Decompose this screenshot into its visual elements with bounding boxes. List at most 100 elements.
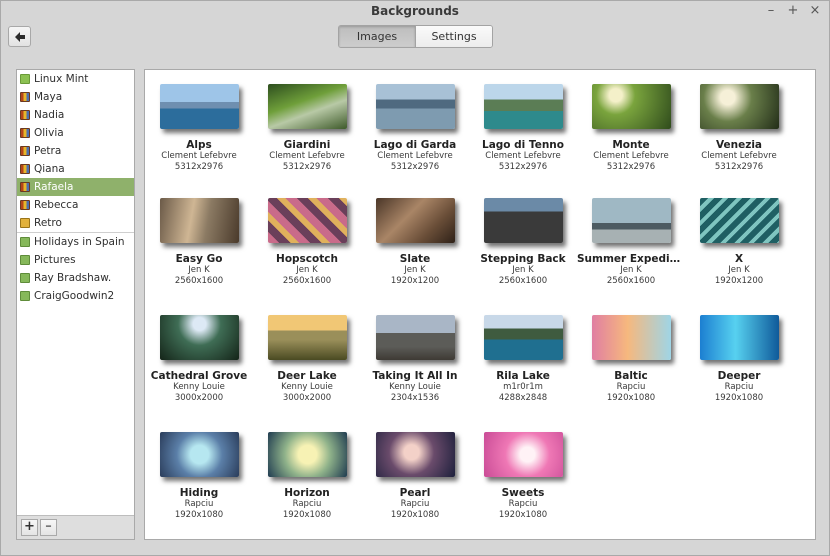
wallpaper-item-horizon[interactable]: Horizon Rapciu 1920x1080 bbox=[253, 432, 361, 521]
wallpaper-item-hopscotch[interactable]: Hopscotch Jen K 2560x1600 bbox=[253, 198, 361, 287]
window-title: Backgrounds bbox=[371, 4, 459, 18]
wallpaper-item-monte[interactable]: Monte Clement Lefebvre 5312x2976 bbox=[577, 84, 685, 173]
wallpaper-name: Hopscotch bbox=[276, 253, 338, 265]
wallpaper-thumbnail[interactable] bbox=[375, 315, 455, 360]
maximize-button[interactable]: + bbox=[787, 3, 799, 19]
sidebar-item-label: Nadia bbox=[34, 109, 65, 121]
wallpaper-name: Summer Expediti… bbox=[577, 253, 685, 265]
sidebar-item-label: Retro bbox=[34, 217, 62, 229]
wallpaper-thumbnail[interactable] bbox=[375, 432, 455, 477]
wallpaper-name: Rila Lake bbox=[496, 370, 550, 382]
wallpaper-author: Rapciu bbox=[292, 499, 322, 509]
wallpaper-thumbnail[interactable] bbox=[483, 432, 563, 477]
wallpaper-item-venezia[interactable]: Venezia Clement Lefebvre 5312x2976 bbox=[685, 84, 793, 173]
wallpaper-thumbnail[interactable] bbox=[591, 315, 671, 360]
wallpaper-thumbnail[interactable] bbox=[267, 315, 347, 360]
wallpaper-thumbnail[interactable] bbox=[159, 84, 239, 129]
wallpaper-thumbnail[interactable] bbox=[699, 315, 779, 360]
wallpaper-resolution: 2304x1536 bbox=[390, 393, 440, 403]
sidebar-item-maya[interactable]: Maya bbox=[17, 88, 134, 106]
wallpaper-thumbnail[interactable] bbox=[375, 84, 455, 129]
sidebar-item-craiggoodwin2[interactable]: CraigGoodwin2 bbox=[17, 287, 134, 305]
wallpaper-item-giardini[interactable]: Giardini Clement Lefebvre 5312x2976 bbox=[253, 84, 361, 173]
sidebar-item-petra[interactable]: Petra bbox=[17, 142, 134, 160]
sidebar-item-retro[interactable]: Retro bbox=[17, 214, 134, 232]
sidebar-item-linux-mint[interactable]: Linux Mint bbox=[17, 70, 134, 88]
wallpaper-item-easy-go[interactable]: Easy Go Jen K 2560x1600 bbox=[145, 198, 253, 287]
wallpaper-item-cathedral-grove[interactable]: Cathedral Grove Kenny Louie 3000x2000 bbox=[145, 315, 253, 404]
wallpaper-resolution: 1920x1080 bbox=[606, 393, 656, 403]
wallpaper-author: Clement Lefebvre bbox=[377, 151, 453, 161]
mint-icon bbox=[20, 74, 30, 84]
wallpaper-resolution: 1920x1080 bbox=[498, 510, 548, 520]
sidebar-item-label: Qiana bbox=[34, 163, 65, 175]
wallpaper-item-hiding[interactable]: Hiding Rapciu 1920x1080 bbox=[145, 432, 253, 521]
wallpaper-resolution: 1920x1080 bbox=[390, 510, 440, 520]
sidebar-item-ray-bradshaw[interactable]: Ray Bradshaw. bbox=[17, 269, 134, 287]
title-bar[interactable]: Backgrounds – + × bbox=[1, 1, 829, 23]
wallpaper-item-lago-di-tenno[interactable]: Lago di Tenno Clement Lefebvre 5312x2976 bbox=[469, 84, 577, 173]
wallpaper-author: Rapciu bbox=[184, 499, 214, 509]
folder-icon bbox=[20, 273, 30, 283]
wallpaper-name: Lago di Garda bbox=[373, 139, 457, 151]
wallpaper-thumbnail[interactable] bbox=[159, 315, 239, 360]
wallpaper-resolution: 2560x1600 bbox=[498, 276, 548, 286]
sidebar-item-label: Rafaela bbox=[34, 181, 74, 193]
wallpaper-thumbnail[interactable] bbox=[267, 432, 347, 477]
wallpaper-thumbnail[interactable] bbox=[267, 84, 347, 129]
wallpaper-resolution: 5312x2976 bbox=[390, 162, 440, 172]
wallpaper-item-pearl[interactable]: Pearl Rapciu 1920x1080 bbox=[361, 432, 469, 521]
wallpaper-thumbnail[interactable] bbox=[699, 198, 779, 243]
wallpaper-thumbnail[interactable] bbox=[483, 315, 563, 360]
wallpaper-thumbnail[interactable] bbox=[267, 198, 347, 243]
wallpaper-name: Taking It All In bbox=[372, 370, 458, 382]
wallpaper-author: m1r0r1m bbox=[503, 382, 543, 392]
sidebar-item-qiana[interactable]: Qiana bbox=[17, 160, 134, 178]
wallpaper-thumbnail[interactable] bbox=[591, 198, 671, 243]
wallpaper-item-lago-di-garda[interactable]: Lago di Garda Clement Lefebvre 5312x2976 bbox=[361, 84, 469, 173]
wallpaper-thumbnail[interactable] bbox=[159, 198, 239, 243]
back-button[interactable] bbox=[8, 26, 31, 47]
tab-images[interactable]: Images bbox=[339, 26, 415, 47]
wallpaper-item-alps[interactable]: Alps Clement Lefebvre 5312x2976 bbox=[145, 84, 253, 173]
wallpaper-item-slate[interactable]: Slate Jen K 1920x1200 bbox=[361, 198, 469, 287]
add-folder-button[interactable]: + bbox=[21, 519, 38, 536]
wallpaper-thumbnail[interactable] bbox=[483, 198, 563, 243]
wallpaper-item-sweets[interactable]: Sweets Rapciu 1920x1080 bbox=[469, 432, 577, 521]
sidebar-item-rebecca[interactable]: Rebecca bbox=[17, 196, 134, 214]
wallpaper-item-rila-lake[interactable]: Rila Lake m1r0r1m 4288x2848 bbox=[469, 315, 577, 404]
wallpaper-resolution: 1920x1080 bbox=[282, 510, 332, 520]
tab-settings[interactable]: Settings bbox=[415, 26, 492, 47]
view-switcher: Images Settings bbox=[338, 25, 493, 48]
wallpaper-name: Horizon bbox=[284, 487, 330, 499]
wallpaper-author: Jen K bbox=[620, 265, 642, 275]
sidebar-item-holidays-in-spain[interactable]: Holidays in Spain bbox=[17, 233, 134, 251]
sidebar-item-pictures[interactable]: Pictures bbox=[17, 251, 134, 269]
wallpaper-name: Venezia bbox=[715, 139, 763, 151]
wallpaper-thumbnail[interactable] bbox=[699, 84, 779, 129]
books-icon bbox=[20, 200, 30, 210]
wallpaper-thumbnail[interactable] bbox=[375, 198, 455, 243]
sidebar-item-label: CraigGoodwin2 bbox=[34, 290, 115, 302]
sidebar-item-rafaela[interactable]: Rafaela bbox=[17, 178, 134, 196]
close-button[interactable]: × bbox=[809, 3, 821, 19]
wallpaper-item-summer-expediti[interactable]: Summer Expediti… Jen K 2560x1600 bbox=[577, 198, 685, 287]
wallpaper-item-deeper[interactable]: Deeper Rapciu 1920x1080 bbox=[685, 315, 793, 404]
wallpaper-item-baltic[interactable]: Baltic Rapciu 1920x1080 bbox=[577, 315, 685, 404]
wallpaper-item-stepping-back[interactable]: Stepping Back Jen K 2560x1600 bbox=[469, 198, 577, 287]
wallpaper-author: Rapciu bbox=[508, 499, 538, 509]
remove-folder-button[interactable]: – bbox=[40, 519, 57, 536]
sidebar-item-nadia[interactable]: Nadia bbox=[17, 106, 134, 124]
wallpaper-item-x[interactable]: X Jen K 1920x1200 bbox=[685, 198, 793, 287]
wallpaper-author: Rapciu bbox=[400, 499, 430, 509]
sidebar-item-olivia[interactable]: Olivia bbox=[17, 124, 134, 142]
wallpaper-thumbnail[interactable] bbox=[159, 432, 239, 477]
wallpaper-thumbnail[interactable] bbox=[483, 84, 563, 129]
sidebar-item-label: Maya bbox=[34, 91, 63, 103]
wallpaper-thumbnail[interactable] bbox=[591, 84, 671, 129]
wallpaper-item-taking-it-all-in[interactable]: Taking It All In Kenny Louie 2304x1536 bbox=[361, 315, 469, 404]
wallpaper-item-deer-lake[interactable]: Deer Lake Kenny Louie 3000x2000 bbox=[253, 315, 361, 404]
minimize-button[interactable]: – bbox=[765, 3, 777, 19]
retro-icon bbox=[20, 218, 30, 228]
wallpaper-resolution: 5312x2976 bbox=[714, 162, 764, 172]
